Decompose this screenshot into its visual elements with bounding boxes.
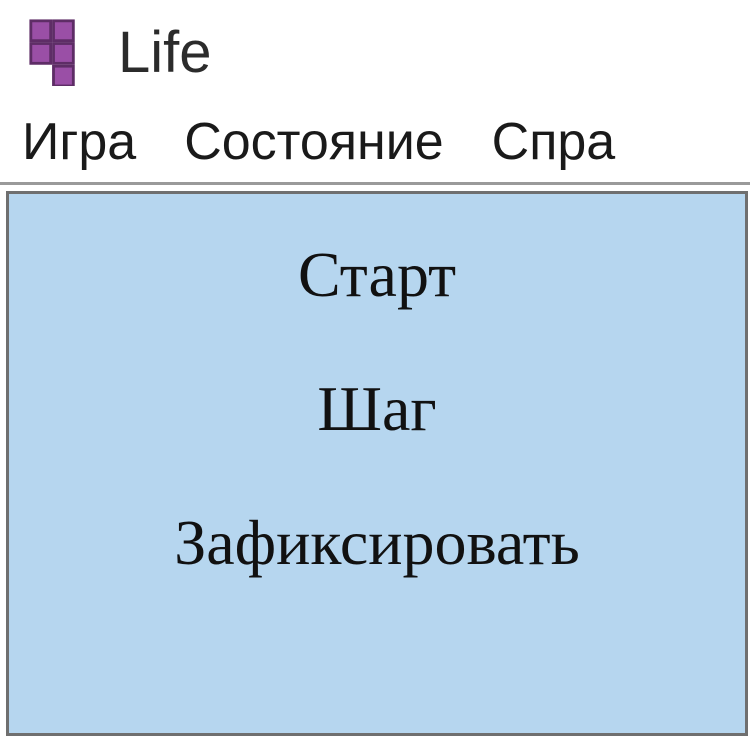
menu-game[interactable]: Игра (22, 112, 136, 172)
main-panel: Старт Шаг Зафиксировать (6, 191, 748, 736)
titlebar: Life (0, 0, 750, 112)
fix-button[interactable]: Зафиксировать (174, 506, 580, 580)
window-title: Life (118, 19, 212, 86)
menu-state[interactable]: Состояние (184, 112, 443, 172)
menubar: Игра Состояние Спра (0, 112, 750, 182)
start-button[interactable]: Старт (298, 238, 456, 312)
tetromino-icon (28, 18, 96, 86)
menu-help[interactable]: Спра (492, 112, 616, 172)
step-button[interactable]: Шаг (317, 372, 436, 446)
content-area: Старт Шаг Зафиксировать (0, 182, 750, 736)
